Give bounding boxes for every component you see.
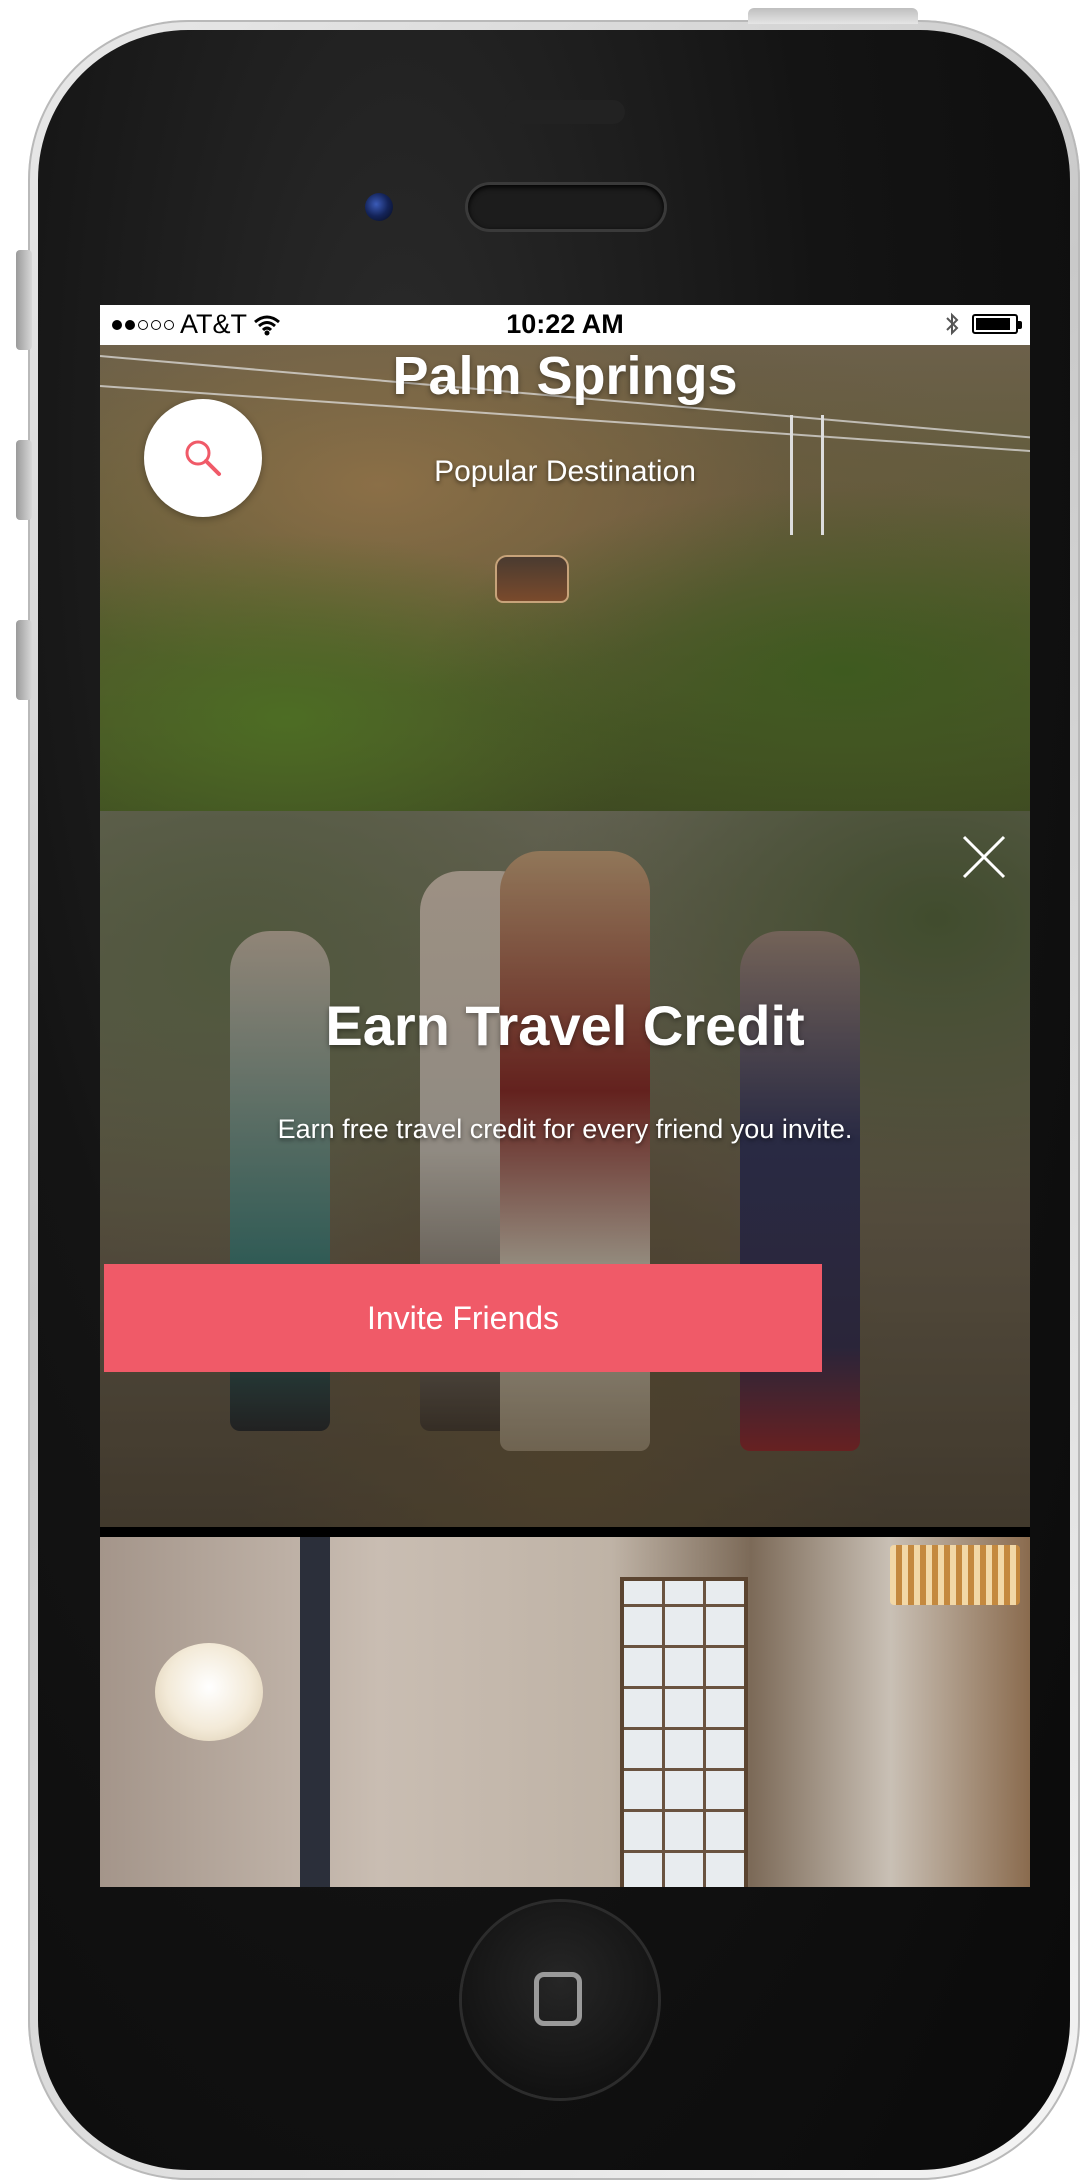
volume-up-button: [16, 440, 32, 520]
close-icon[interactable]: [958, 831, 1010, 883]
top-sensor: [505, 100, 625, 124]
destination-hero[interactable]: Palm Springs Popular Destination: [100, 345, 1030, 811]
chandelier: [890, 1545, 1020, 1605]
travel-credit-card: Earn Travel Credit Earn free travel cred…: [100, 811, 1030, 1527]
promo-description: Earn free travel credit for every friend…: [277, 1114, 853, 1144]
status-right: [944, 311, 1022, 337]
earpiece-speaker: [468, 185, 664, 229]
shoji-screen: [620, 1577, 748, 1887]
front-camera: [365, 193, 393, 221]
search-button[interactable]: [144, 399, 262, 517]
destination-title: Palm Springs: [392, 346, 738, 406]
power-button: [748, 8, 918, 24]
home-square-icon: [534, 1972, 582, 2026]
mute-switch: [16, 250, 32, 350]
status-bar: AT&T 10:22 AM: [100, 305, 1030, 345]
promo-title: Earn Travel Credit: [325, 994, 805, 1057]
volume-down-button: [16, 620, 32, 700]
invite-friends-button[interactable]: Invite Friends: [104, 1264, 822, 1372]
phone-screen: AT&T 10:22 AM Palm Springs Popular Desti…: [100, 305, 1030, 1887]
promo-overlay: [100, 811, 1030, 1527]
bluetooth-icon: [946, 312, 959, 336]
room-pillar: [300, 1537, 330, 1887]
battery-icon: [972, 314, 1022, 334]
listing-photo[interactable]: [100, 1537, 1030, 1887]
home-button[interactable]: [462, 1902, 658, 2098]
search-icon: [185, 440, 221, 476]
status-time: 10:22 AM: [506, 309, 624, 339]
paper-lamp: [155, 1643, 263, 1741]
tram-car: [495, 555, 569, 603]
